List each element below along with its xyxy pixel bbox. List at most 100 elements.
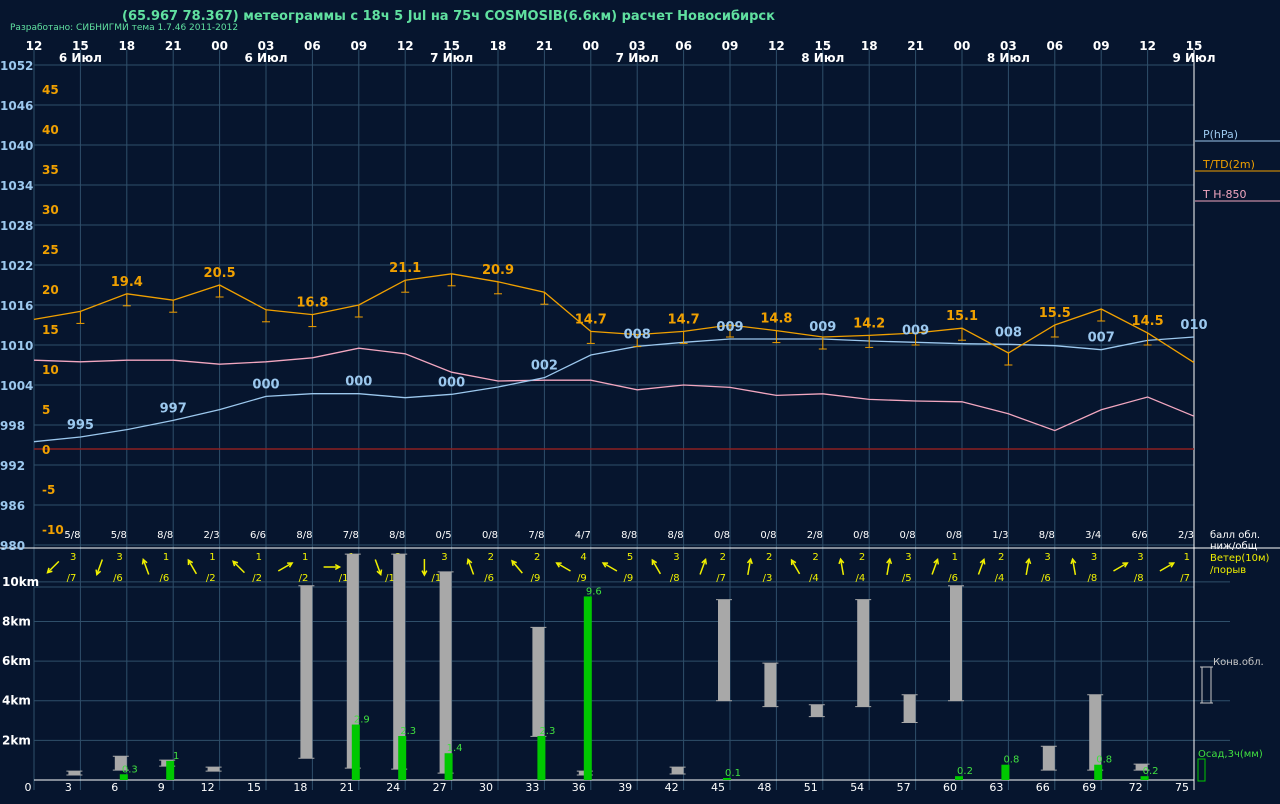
cloud-cover-label: 8/8 xyxy=(621,530,637,541)
wind-speed-label: 2 xyxy=(766,552,772,563)
lead-hour-label: 69 xyxy=(1082,781,1096,794)
conv-cloud-bar xyxy=(810,704,823,717)
wind-gust-label: /6 xyxy=(1041,573,1051,584)
pressure-label: 009 xyxy=(809,320,836,335)
wind-arrow xyxy=(232,560,245,574)
date-label: 7 Июл xyxy=(430,51,473,65)
wind-speed-label: 3 xyxy=(441,552,447,563)
hour-tick-label: 21 xyxy=(165,39,182,53)
cloud-cover-row: 5/8 5/8 8/8 2/3 6/6 8/8 7/8 8/8 0/5 0/8 7/8 4/7 8/8 8… xyxy=(64,530,1194,541)
wind-speed-label: 4 xyxy=(580,552,586,563)
lead-hour-label: 45 xyxy=(711,781,725,794)
precip-label: 1 xyxy=(173,751,179,762)
lead-hour-label: 18 xyxy=(293,781,307,794)
pressure-axis: 1052 1046 1040 1034 1028 1022 1016 1010 1004 998 9… xyxy=(0,59,33,553)
conv-cloud-bar xyxy=(950,585,962,701)
wind-speed-label: 3 xyxy=(673,552,679,563)
conv-cloud-bar xyxy=(671,767,684,775)
cloud-cover-label: 8/8 xyxy=(157,530,173,541)
conv-cloud-bar xyxy=(532,627,545,737)
temperature-label: 14.7 xyxy=(575,312,607,327)
hour-tick-label: 12 xyxy=(26,39,43,53)
pressure-label: 000 xyxy=(438,375,465,390)
lead-hour-label: 27 xyxy=(433,781,447,794)
wind-gust-label: /8 xyxy=(1087,573,1097,584)
legend-cloud-line1: балл обл. xyxy=(1210,530,1260,541)
cloud-cover-label: 2/3 xyxy=(1178,530,1194,541)
lead-hour-label: 12 xyxy=(201,781,215,794)
lead-hour-label: 51 xyxy=(804,781,818,794)
wind-speed-label: 5 xyxy=(627,552,633,563)
pressure-tick-label: 980 xyxy=(0,539,25,553)
wind-speed-label: 1 xyxy=(256,552,262,563)
hour-tick-label: 21 xyxy=(907,39,924,53)
precip-bar xyxy=(537,736,546,780)
wind-gust-label: /6 xyxy=(948,573,958,584)
cloud-cover-label: 0/8 xyxy=(760,530,776,541)
conv-cloud-bar xyxy=(764,663,777,707)
wind-speed-label: 1 xyxy=(1184,552,1190,563)
cloud-cover-label: 0/8 xyxy=(900,530,916,541)
cloud-cover-label: 6/6 xyxy=(250,530,266,541)
temperature-label: 20.9 xyxy=(482,263,514,278)
wind-speed-label: 1 xyxy=(163,552,169,563)
wind-gust-label: /6 xyxy=(159,573,169,584)
precip-label: 0.2 xyxy=(1143,766,1159,777)
cloud-cover-label: 0/5 xyxy=(436,530,452,541)
hour-tick-label: 12 xyxy=(397,39,414,53)
cloud-cover-label: 0/8 xyxy=(482,530,498,541)
cloud-cover-label: 0/8 xyxy=(714,530,730,541)
pressure-label: 009 xyxy=(902,323,929,338)
precip-bar xyxy=(351,724,360,780)
temperature-tick-label: -5 xyxy=(42,483,55,497)
cloud-cover-label: 0/8 xyxy=(946,530,962,541)
temperature-label: 19.4 xyxy=(111,275,143,290)
precip-label: 0.2 xyxy=(957,766,973,777)
wind-gust-label: /7 xyxy=(716,573,726,584)
temperature-label: 14.2 xyxy=(853,316,885,331)
wind-speed-label: 2 xyxy=(720,552,726,563)
wind-speed-label: 1 xyxy=(209,552,215,563)
wind-gust-label: /8 xyxy=(1134,573,1144,584)
precip-bar xyxy=(166,760,175,780)
meteogram-chart: (65.967 78.367) метеограммы с 18ч 5 Jul … xyxy=(0,9,1280,794)
pressure-tick-label: 1028 xyxy=(0,219,33,233)
temperature-label: 16.8 xyxy=(296,296,328,311)
pressure-line xyxy=(33,336,1195,443)
wind-speed-label: 2 xyxy=(859,552,865,563)
cloud-cover-label: 3/4 xyxy=(1085,530,1101,541)
temperature-axis: 45 40 35 30 25 20 15 10 5 0 -5 -10 xyxy=(42,83,64,537)
lead-hour-label: 63 xyxy=(989,781,1003,794)
date-label: 7 Июл xyxy=(616,51,659,65)
wind-gust-label: /2 xyxy=(252,573,262,584)
precip-bar xyxy=(583,596,592,780)
wind-speed-label: 3 xyxy=(70,552,76,563)
temperature-label: 15.5 xyxy=(1039,306,1071,321)
pressure-tick-label: 1034 xyxy=(0,179,33,193)
chart-title: (65.967 78.367) метеограммы с 18ч 5 Jul … xyxy=(122,9,775,24)
precip-label: 0.8 xyxy=(1096,755,1112,766)
wind-speed-label: 3 xyxy=(905,552,911,563)
precip-label: 9.6 xyxy=(586,586,602,597)
wind-gust-label: /4 xyxy=(995,573,1005,584)
precip-bar xyxy=(1001,764,1010,780)
lead-hour-label: 57 xyxy=(897,781,911,794)
lead-hour-label: 9 xyxy=(158,781,165,794)
hour-tick-label: 18 xyxy=(861,39,878,53)
wind-arrow xyxy=(511,560,523,574)
wind-gust-label: /6 xyxy=(113,573,123,584)
lead-hour-label: 60 xyxy=(943,781,957,794)
lead-hour-label: 54 xyxy=(850,781,864,794)
lead-hours-axis: 0 3 6 9 12 15 18 21 24 27 30 33 36 39 42 45 48 51 54 57 60 63… xyxy=(25,781,1190,794)
cloud-cover-label: 5/8 xyxy=(111,530,127,541)
pressure-tick-label: 1010 xyxy=(0,339,33,353)
conv-cloud-bar xyxy=(857,599,870,707)
wind-gust-label: /2 xyxy=(206,573,216,584)
cloud-height-tick-label: 4km xyxy=(2,694,31,708)
cloud-cover-label: 8/8 xyxy=(1039,530,1055,541)
pressure-label: 997 xyxy=(160,401,187,416)
legend-precip: Осад,3ч(мм) xyxy=(1198,749,1263,760)
wind-gust-label: /9 xyxy=(623,573,633,584)
legend-pressure: P(hPa) xyxy=(1203,128,1238,141)
lead-hour-label: 66 xyxy=(1036,781,1050,794)
